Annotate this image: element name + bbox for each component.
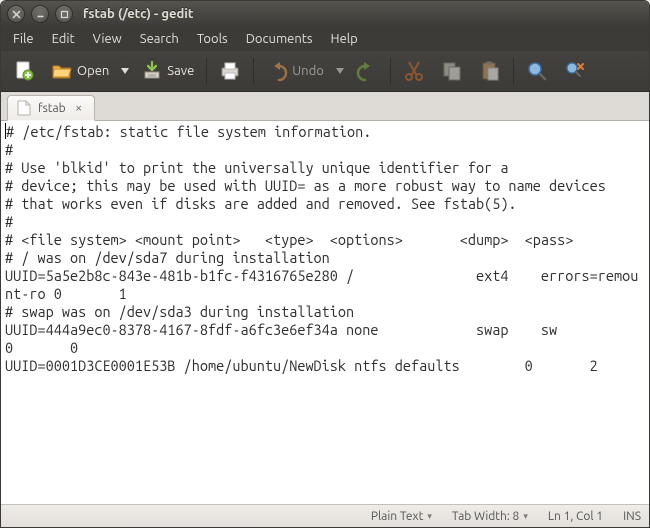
- menu-help[interactable]: Help: [323, 30, 366, 48]
- tab-close-icon[interactable]: ×: [72, 101, 86, 115]
- window-title: fstab (/etc) - gedit: [83, 7, 194, 21]
- open-label: Open: [77, 64, 109, 78]
- status-insert-label: INS: [623, 510, 641, 523]
- toolbar-separator: [390, 58, 391, 84]
- open-dropdown[interactable]: [119, 56, 131, 86]
- print-icon: [219, 60, 241, 82]
- status-syntax[interactable]: Plain Text ▾: [371, 510, 432, 523]
- status-insert-mode[interactable]: INS: [623, 510, 641, 523]
- status-position: Ln 1, Col 1: [548, 510, 603, 523]
- undo-label: Undo: [292, 64, 324, 78]
- document-tabbar: fstab ×: [1, 92, 649, 121]
- replace-button[interactable]: [558, 56, 592, 86]
- menu-search[interactable]: Search: [132, 30, 187, 48]
- new-document-icon: [13, 60, 35, 82]
- menu-tools[interactable]: Tools: [189, 30, 236, 48]
- toolbar-separator: [513, 58, 514, 84]
- undo-button[interactable]: Undo: [260, 56, 330, 86]
- folder-open-icon: [51, 60, 73, 82]
- copy-icon: [441, 60, 463, 82]
- minimize-icon[interactable]: [31, 5, 49, 23]
- redo-icon: [356, 60, 378, 82]
- menu-documents[interactable]: Documents: [238, 30, 321, 48]
- tab-fstab[interactable]: fstab ×: [7, 95, 95, 121]
- gedit-window: fstab (/etc) - gedit File Edit View Sear…: [0, 0, 650, 528]
- chevron-down-icon: ▾: [427, 511, 432, 522]
- status-tabwidth[interactable]: Tab Width: 8 ▾: [452, 510, 528, 523]
- maximize-icon[interactable]: [55, 5, 73, 23]
- save-icon: [141, 60, 163, 82]
- close-icon[interactable]: [7, 5, 25, 23]
- statusbar: Plain Text ▾ Tab Width: 8 ▾ Ln 1, Col 1 …: [1, 504, 649, 527]
- open-button[interactable]: Open: [45, 56, 115, 86]
- print-button[interactable]: [213, 56, 247, 86]
- text-editor[interactable]: # /etc/fstab: static file system informa…: [1, 121, 649, 377]
- cut-icon: [403, 60, 425, 82]
- save-label: Save: [167, 64, 194, 78]
- cut-button[interactable]: [397, 56, 431, 86]
- titlebar: fstab (/etc) - gedit: [1, 1, 649, 27]
- undo-icon: [266, 60, 288, 82]
- redo-button[interactable]: [350, 56, 384, 86]
- save-button[interactable]: Save: [135, 56, 200, 86]
- file-icon: [16, 100, 32, 116]
- chevron-down-icon: ▾: [523, 511, 528, 522]
- copy-button[interactable]: [435, 56, 469, 86]
- menubar: File Edit View Search Tools Documents He…: [1, 27, 649, 51]
- editor-area[interactable]: # /etc/fstab: static file system informa…: [1, 121, 649, 504]
- status-syntax-label: Plain Text: [371, 510, 424, 523]
- toolbar-separator: [206, 58, 207, 84]
- tab-label: fstab: [38, 102, 66, 115]
- toolbar-separator: [253, 58, 254, 84]
- find-replace-icon: [564, 60, 586, 82]
- status-position-label: Ln 1, Col 1: [548, 510, 603, 523]
- menu-edit[interactable]: Edit: [44, 30, 83, 48]
- find-button[interactable]: [520, 56, 554, 86]
- paste-icon: [479, 60, 501, 82]
- new-document-button[interactable]: [7, 56, 41, 86]
- menu-view[interactable]: View: [85, 30, 130, 48]
- search-icon: [526, 60, 548, 82]
- toolbar: Open Save: [1, 51, 649, 92]
- status-tabwidth-label: Tab Width: 8: [452, 510, 519, 523]
- menu-file[interactable]: File: [5, 30, 42, 48]
- undo-dropdown[interactable]: [334, 56, 346, 86]
- paste-button[interactable]: [473, 56, 507, 86]
